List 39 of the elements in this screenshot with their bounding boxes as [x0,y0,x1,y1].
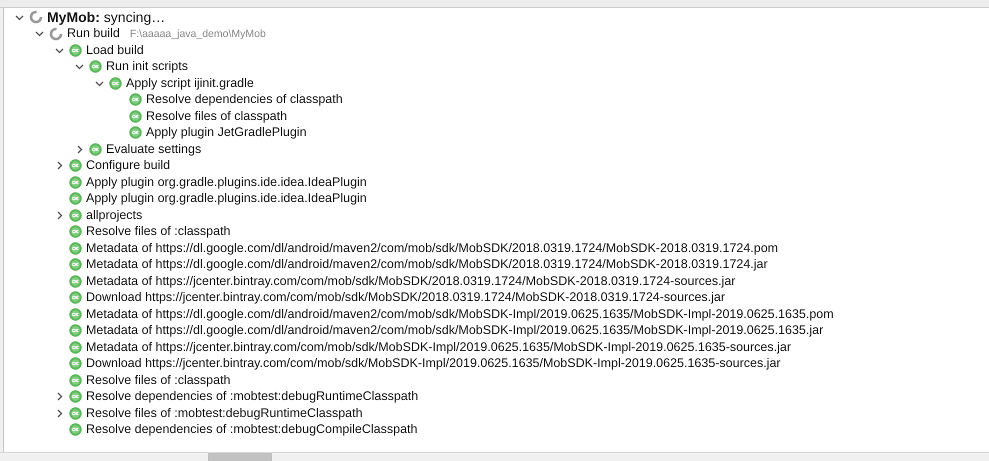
tree-item-label[interactable]: Metadata of https://jcenter.bintray.com/com/mob/sdk/MobSDK/2018.0319.1724/MobSDK-2018.0319.1724-sources.jar [86,274,736,289]
chevron-down-icon[interactable] [35,29,44,38]
tree-item-label[interactable]: Load build [86,42,144,58]
scrollbar-thumb[interactable] [208,453,272,461]
chevron-right-icon[interactable] [55,408,64,418]
tree-item-label[interactable]: Resolve files of :classpath [86,224,231,240]
chevron-right-icon[interactable] [55,161,64,170]
tree-item-label[interactable]: Resolve dependencies of :mobtest:debugCompileClasspath [86,422,418,438]
tree-item-label[interactable]: Metadata of https://dl.google.com/dl/android/maven2/com/mob/sdk/MobSDK/2018.0319.1724/MobSDK-2018.0319.1724.pom [86,240,778,256]
tree-item-label[interactable]: Download https://jcenter.bintray.com/com/mob/sdk/MobSDK/2018.0319.1724/MobSDK-2018.0319.1724-sources.jar [86,290,726,306]
chevron-right-icon[interactable] [75,144,84,154]
tree-item-label[interactable]: Resolve files of :mobtest:debugRuntimeClasspath [86,406,363,421]
chevron-down-icon[interactable] [15,12,24,22]
tree-item-label[interactable]: Resolve dependencies of :mobtest:debugRuntimeClasspath [86,389,418,404]
tree-item-label[interactable]: Apply plugin org.gradle.plugins.ide.idea.IdeaPlugin [86,191,367,206]
tree-item-label[interactable]: Metadata of https://dl.google.com/dl/android/maven2/com/mob/sdk/MobSDK/2018.0319.1724/MobSDK-2018.0319.1724.jar [86,257,768,272]
project-path: F:\aaaaa_java_demo\MyMob [130,28,266,40]
tree-item-label[interactable]: Resolve files of classpath [146,108,288,124]
tree-item-label[interactable]: Run init scripts [106,59,188,74]
tree-item-label[interactable]: MyMob: syncing… [47,10,166,25]
tree-item-label[interactable]: Run build [67,26,120,42]
chevron-down-icon[interactable] [95,78,104,88]
chevron-right-icon[interactable] [55,392,64,402]
tree-item-label[interactable]: Resolve files of :classpath [86,372,231,388]
chevron-down-icon[interactable] [55,46,64,55]
tree-item-label[interactable]: Apply script ijinit.gradle [126,76,254,91]
tree-item-label[interactable]: Metadata of https://jcenter.bintray.com/com/mob/sdk/MobSDK-Impl/2019.0625.1635/MobSDK-Impl-2019.0625.1635-sources.jar [86,340,791,355]
tree-item-label[interactable]: Metadata of https://dl.google.com/dl/android/maven2/com/mob/sdk/MobSDK-Impl/2019.0625.1635/MobSDK-Impl-2019.0625.1635.jar [86,323,824,338]
tree-item-label[interactable]: Download https://jcenter.bintray.com/com/mob/sdk/MobSDK-Impl/2019.0625.1635/MobSDK-Impl-2019.0625.1635-sources.jar [86,356,781,372]
chevron-down-icon[interactable] [75,62,84,72]
tree-item-label[interactable]: Apply plugin org.gradle.plugins.ide.idea.IdeaPlugin [86,174,367,190]
horizontal-scrollbar[interactable] [0,452,989,461]
tree-item-label[interactable]: Evaluate settings [106,142,202,157]
chevron-right-icon[interactable] [55,210,64,220]
tree-item-label[interactable]: Apply plugin JetGradlePlugin [146,125,307,140]
tree-item-label[interactable]: Resolve dependencies of classpath [146,92,343,108]
tree-item-label[interactable]: Metadata of https://dl.google.com/dl/android/maven2/com/mob/sdk/MobSDK-Impl/2019.0625.1635/MobSDK-Impl-2019.0625.1635.pom [86,306,834,322]
tree-item-label[interactable]: Configure build [86,158,170,174]
tree-item-label[interactable]: allprojects [86,208,142,223]
